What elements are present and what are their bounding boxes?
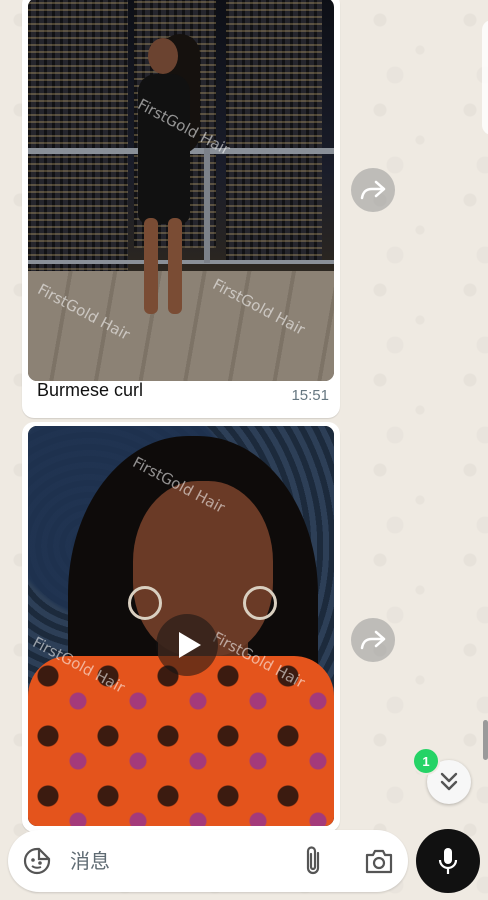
video-message-bubble[interactable]: FirstGold Hair FirstGold Hair FirstGold … bbox=[22, 422, 340, 832]
paperclip-icon bbox=[306, 846, 320, 875]
forward-button[interactable] bbox=[351, 618, 395, 662]
double-chevron-down-icon bbox=[440, 772, 458, 791]
play-icon bbox=[178, 632, 201, 658]
photo-selfie: FirstGold Hair FirstGold Hair FirstGold … bbox=[28, 426, 334, 826]
message-input[interactable] bbox=[70, 846, 280, 876]
person-figure bbox=[124, 34, 204, 318]
forward-button[interactable] bbox=[351, 168, 395, 212]
message-image[interactable]: FirstGold Hair FirstGold Hair FirstGold … bbox=[28, 0, 334, 381]
message-caption: Burmese curl bbox=[37, 380, 144, 400]
microphone-icon bbox=[438, 848, 458, 874]
message-composer bbox=[8, 830, 408, 892]
unread-count-badge: 1 bbox=[412, 747, 440, 775]
edge-panel bbox=[482, 20, 488, 135]
camera-button[interactable] bbox=[364, 847, 394, 875]
attach-button[interactable] bbox=[300, 844, 326, 878]
message-time: 15:51 bbox=[291, 387, 329, 404]
sticker-button[interactable] bbox=[22, 846, 52, 876]
sticker-icon bbox=[23, 847, 51, 875]
scrollbar[interactable] bbox=[483, 720, 488, 760]
forward-icon bbox=[360, 630, 386, 650]
photo-night-balcony: FirstGold Hair FirstGold Hair FirstGold … bbox=[28, 0, 334, 381]
image-message-bubble[interactable]: FirstGold Hair FirstGold Hair FirstGold … bbox=[22, 0, 340, 418]
forward-icon bbox=[360, 180, 386, 200]
play-button[interactable] bbox=[156, 614, 218, 676]
message-video-thumbnail[interactable]: FirstGold Hair FirstGold Hair FirstGold … bbox=[28, 426, 334, 826]
voice-message-button[interactable] bbox=[416, 829, 480, 893]
camera-icon bbox=[365, 849, 393, 874]
